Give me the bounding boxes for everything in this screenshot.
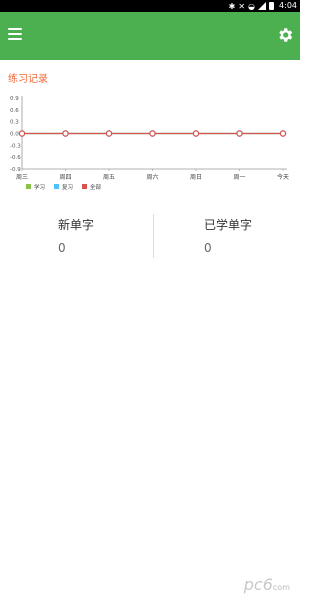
stats-divider [153, 214, 154, 258]
watermark-sub: com [272, 583, 290, 592]
data-point [279, 130, 287, 137]
x-tick-label: 周四 [59, 174, 71, 181]
practice-chart: 0.9 0.6 0.3 0.0 -0.3 -0.6 -0.9周三 周四 周五 周六 周日 周一 今天学习… [10, 96, 289, 191]
battery-icon [269, 2, 274, 10]
legend-label-0: 学习 [34, 183, 45, 191]
watermark: pc6com [244, 575, 290, 594]
data-point [18, 130, 26, 137]
learned-words-label: 已学单字 [204, 218, 253, 232]
section-title: 练习记录 [8, 74, 48, 85]
y-tick-label: -0.6 [10, 155, 21, 161]
app-toolbar [0, 12, 300, 60]
wifi-icon: ◒ [248, 1, 255, 11]
menu-icon[interactable] [8, 28, 22, 42]
y-tick-label: -0.3 [10, 143, 21, 149]
y-tick-label: -0.9 [10, 167, 21, 173]
legend-swatch-0 [26, 184, 31, 189]
legend-swatch-1 [54, 184, 59, 189]
x-tick-label: 周日 [190, 174, 202, 181]
y-tick-label: 0.0 [10, 132, 19, 138]
y-tick-label: 0.3 [10, 120, 19, 126]
y-tick-label: 0.9 [10, 96, 19, 102]
legend-swatch-2 [82, 184, 87, 189]
learned-words-value: 0 [204, 241, 212, 255]
stats-panel: 新单字 0 已学单字 0 [0, 210, 300, 270]
data-point [236, 130, 243, 137]
new-words-value: 0 [58, 241, 66, 255]
legend-label-2: 全部 [90, 183, 102, 191]
y-tick-label: 0.6 [10, 108, 19, 114]
x-tick-label: 今天 [277, 173, 289, 181]
gear-icon[interactable] [276, 26, 294, 44]
mute-icon: ✕ [238, 1, 246, 11]
data-point [192, 130, 200, 137]
x-tick-label: 周三 [16, 174, 28, 181]
legend-label-1: 复习 [62, 183, 73, 191]
data-point [105, 130, 113, 137]
x-tick-label: 周五 [103, 174, 115, 181]
data-point [62, 130, 69, 137]
x-tick-label: 周一 [233, 174, 245, 181]
status-icons: ✱ ✕ ◒ [229, 1, 274, 11]
new-words-label: 新单字 [58, 218, 95, 232]
signal-icon [258, 2, 266, 10]
x-tick-label: 周六 [146, 173, 158, 181]
data-point [149, 130, 156, 137]
status-time: 4:04 [279, 1, 297, 10]
watermark-text: pc6 [243, 575, 273, 594]
status-bar: ✱ ✕ ◒ 4:04 [0, 0, 300, 12]
bluetooth-icon: ✱ [228, 1, 236, 11]
